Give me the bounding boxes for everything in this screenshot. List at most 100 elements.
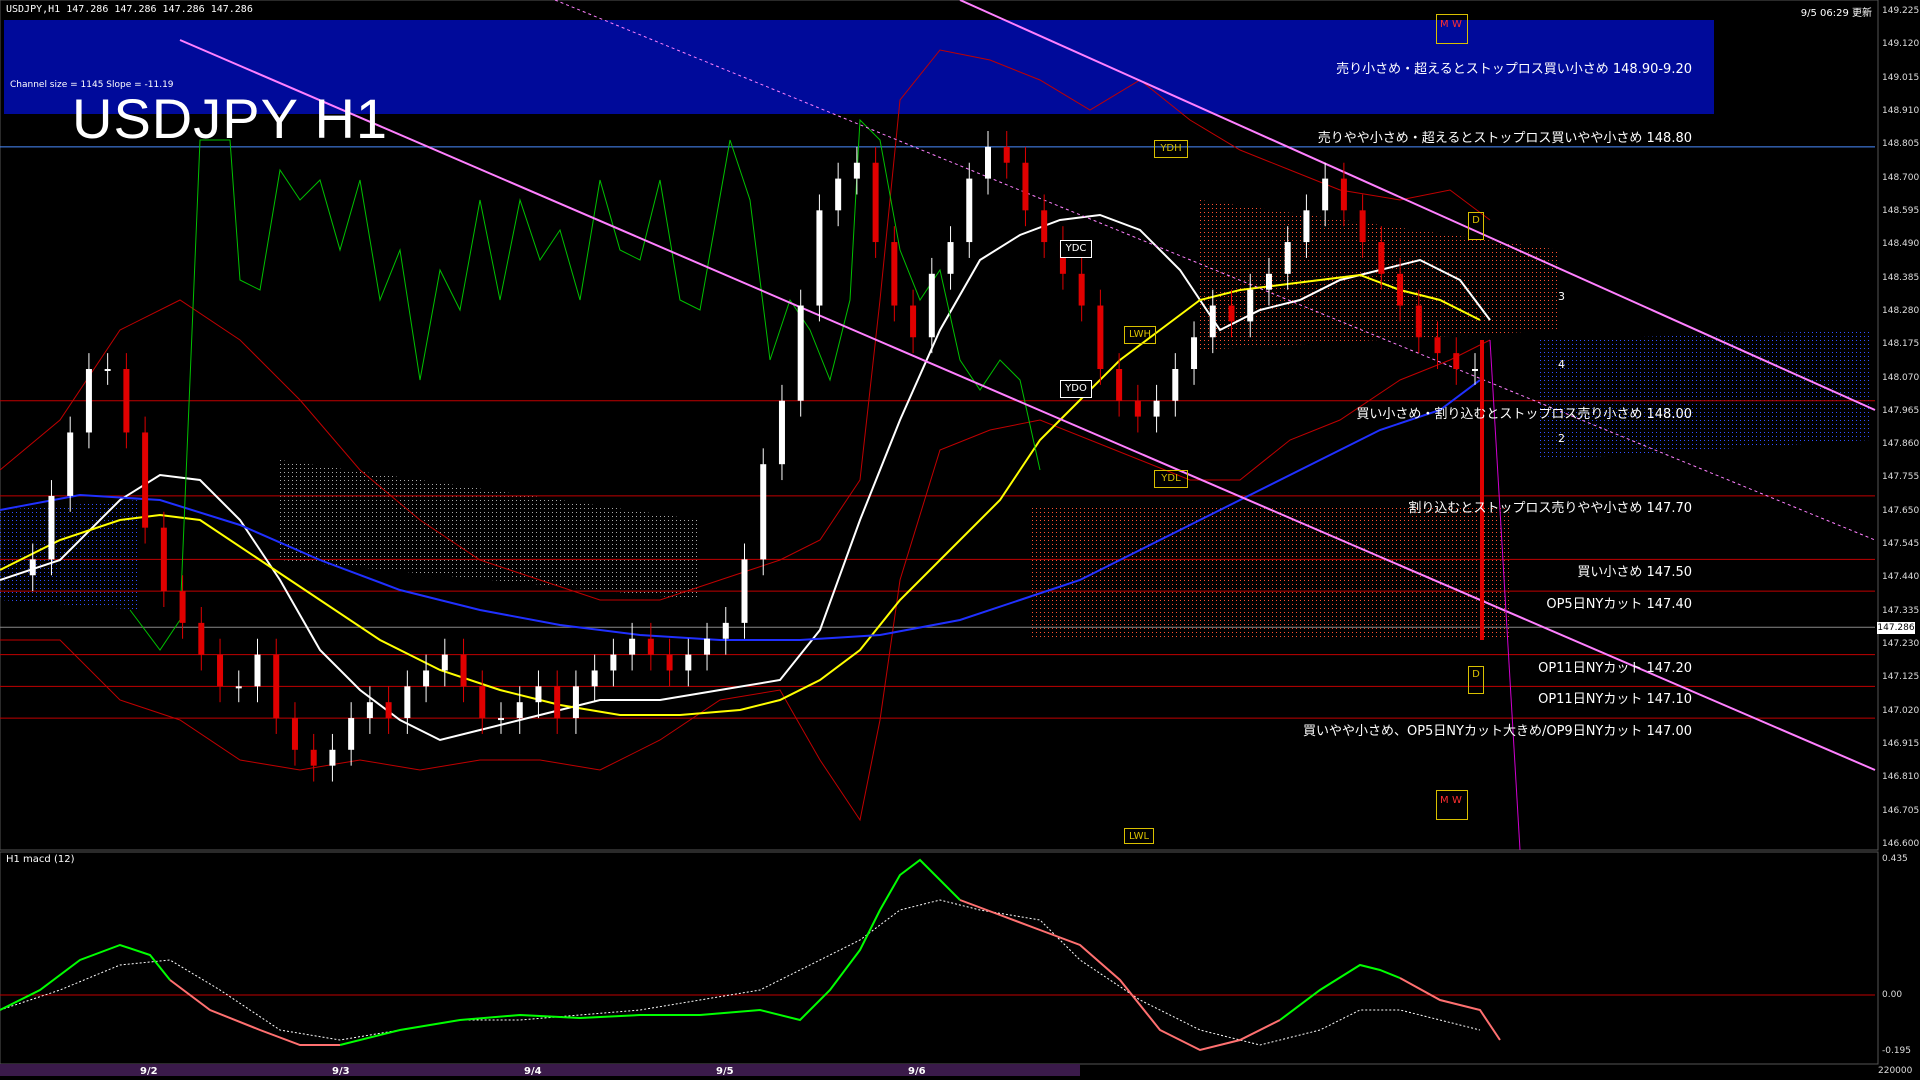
date-tab-0903[interactable]: 9/3	[332, 1066, 350, 1077]
w-letter: W	[1452, 19, 1462, 30]
candle-body	[441, 654, 448, 671]
candle-body	[647, 638, 654, 655]
price-axis-label: 147.545	[1882, 539, 1920, 550]
candle-body	[423, 670, 430, 687]
price-chart-canvas[interactable]	[0, 0, 1920, 1080]
candle-body	[348, 718, 355, 750]
candle-body	[217, 654, 224, 687]
price-axis-label: 148.070	[1882, 372, 1920, 383]
candle-body	[872, 162, 879, 243]
candle-body	[1378, 242, 1385, 274]
ichimoku-cloud-early	[0, 500, 140, 610]
candle-body	[816, 210, 823, 306]
candle-body	[179, 591, 186, 623]
candle-body	[853, 162, 860, 179]
candle-body	[404, 686, 411, 719]
candle-body	[685, 654, 692, 671]
ichimoku-cloud-upper	[1200, 200, 1560, 350]
candle-body	[104, 369, 111, 371]
date-tab-0902[interactable]: 9/2	[140, 1066, 158, 1077]
candle-body	[610, 654, 617, 671]
candle-body	[310, 749, 317, 766]
d-marker-top: D	[1468, 212, 1484, 240]
macd-line-down-2	[959, 899, 1281, 1052]
date-tab-0905[interactable]: 9/5	[716, 1066, 734, 1077]
price-axis-label: 149.120	[1882, 39, 1920, 50]
price-axis-label: 147.965	[1882, 405, 1920, 416]
candle-body	[1134, 400, 1141, 417]
ichimoku-cloud-bearish	[1030, 505, 1510, 640]
macd-line-up-2	[1279, 963, 1401, 1021]
band-label: 売り小さめ・超えるとストップロス買い小さめ 148.90-9.20	[1336, 62, 1692, 77]
macd-axis-zero: 0.00	[1882, 990, 1903, 1000]
price-axis-label: 147.860	[1882, 439, 1920, 450]
ydc-marker: YDC	[1060, 240, 1092, 258]
chart-window[interactable]: USDJPY,H1 147.286 147.286 147.286 147.28…	[0, 0, 1920, 1080]
candle-body	[1472, 369, 1478, 371]
candle-body	[1415, 305, 1422, 338]
wave-2-label: 2	[1558, 432, 1565, 445]
candle-body	[910, 305, 917, 338]
candle-body	[254, 654, 261, 687]
price-axis-label: 146.810	[1882, 772, 1920, 783]
candle-body	[1265, 273, 1272, 290]
candle-body	[1153, 400, 1160, 417]
candle-body	[498, 718, 504, 721]
macd-axis-top: 0.435	[1882, 854, 1908, 864]
price-axis-label: 148.175	[1882, 339, 1920, 350]
candle-body	[160, 527, 167, 592]
price-axis-label: 148.385	[1882, 272, 1920, 283]
price-axis-label: 146.915	[1882, 739, 1920, 750]
ichimoku-cloud-right	[1540, 330, 1870, 460]
price-axis-label: 148.805	[1882, 139, 1920, 150]
ichimoku-cloud-left	[280, 460, 700, 600]
candle-body	[554, 686, 561, 719]
candle-body	[1322, 178, 1329, 211]
candle-body	[67, 432, 74, 496]
candle-body	[1247, 289, 1254, 322]
level-label-14750: 買い小さめ 147.50	[1577, 565, 1692, 580]
level-label-14700: 買いやや小さめ、OP5日NYカット大きめ/OP9日NYカット 147.00	[1302, 724, 1692, 739]
candle-body	[366, 702, 373, 719]
candle-body	[778, 400, 785, 465]
candle-body	[985, 146, 991, 179]
level-label-14720: OP11日NYカット 147.20	[1538, 661, 1692, 676]
macd-line-up	[339, 858, 961, 1046]
candle-body	[1116, 369, 1123, 401]
candle-body	[1191, 337, 1198, 369]
price-axis-label: 148.595	[1882, 205, 1920, 216]
level-label-14880: 売りやや小さめ・超えるとストップロス買いやや小さめ 148.80	[1317, 131, 1692, 146]
date-tab-0906[interactable]: 9/6	[908, 1066, 926, 1077]
candle-body	[235, 686, 242, 689]
symbol-header: USDJPY,H1 147.286 147.286 147.286 147.28…	[6, 4, 253, 15]
candle-body	[460, 654, 467, 687]
chart-title: USDJPY H1	[72, 87, 389, 150]
candle-body	[291, 718, 298, 750]
candle-body	[891, 242, 898, 306]
price-axis-label: 147.125	[1882, 672, 1920, 683]
ydl-marker: YDL	[1154, 470, 1188, 488]
candle-body	[1340, 178, 1347, 211]
price-axis-label: 148.490	[1882, 239, 1920, 250]
candle-body	[591, 670, 598, 687]
macd-signal	[0, 899, 1481, 1046]
candle-body	[123, 369, 130, 433]
price-axis-label: 147.440	[1882, 572, 1920, 583]
macd-panel-label: H1 macd (12)	[6, 854, 75, 865]
lwh-marker: LWH	[1124, 326, 1156, 344]
candle-body	[385, 702, 392, 719]
price-axis-label: 147.020	[1882, 705, 1920, 716]
mw-marker-bottom: M W	[1436, 790, 1468, 820]
candle-body	[479, 686, 486, 719]
candle-body	[29, 559, 36, 576]
candle-body	[1228, 305, 1235, 322]
candle-body	[198, 622, 205, 655]
wave-4-label: 4	[1558, 358, 1565, 371]
price-axis-label: 149.015	[1882, 72, 1920, 83]
candle-body	[741, 559, 748, 623]
candle-body	[1397, 273, 1404, 306]
price-axis-label: 147.755	[1882, 472, 1920, 483]
date-tab-0904[interactable]: 9/4	[524, 1066, 542, 1077]
price-axis-label: 149.225	[1882, 6, 1920, 16]
candle-body	[966, 178, 973, 243]
